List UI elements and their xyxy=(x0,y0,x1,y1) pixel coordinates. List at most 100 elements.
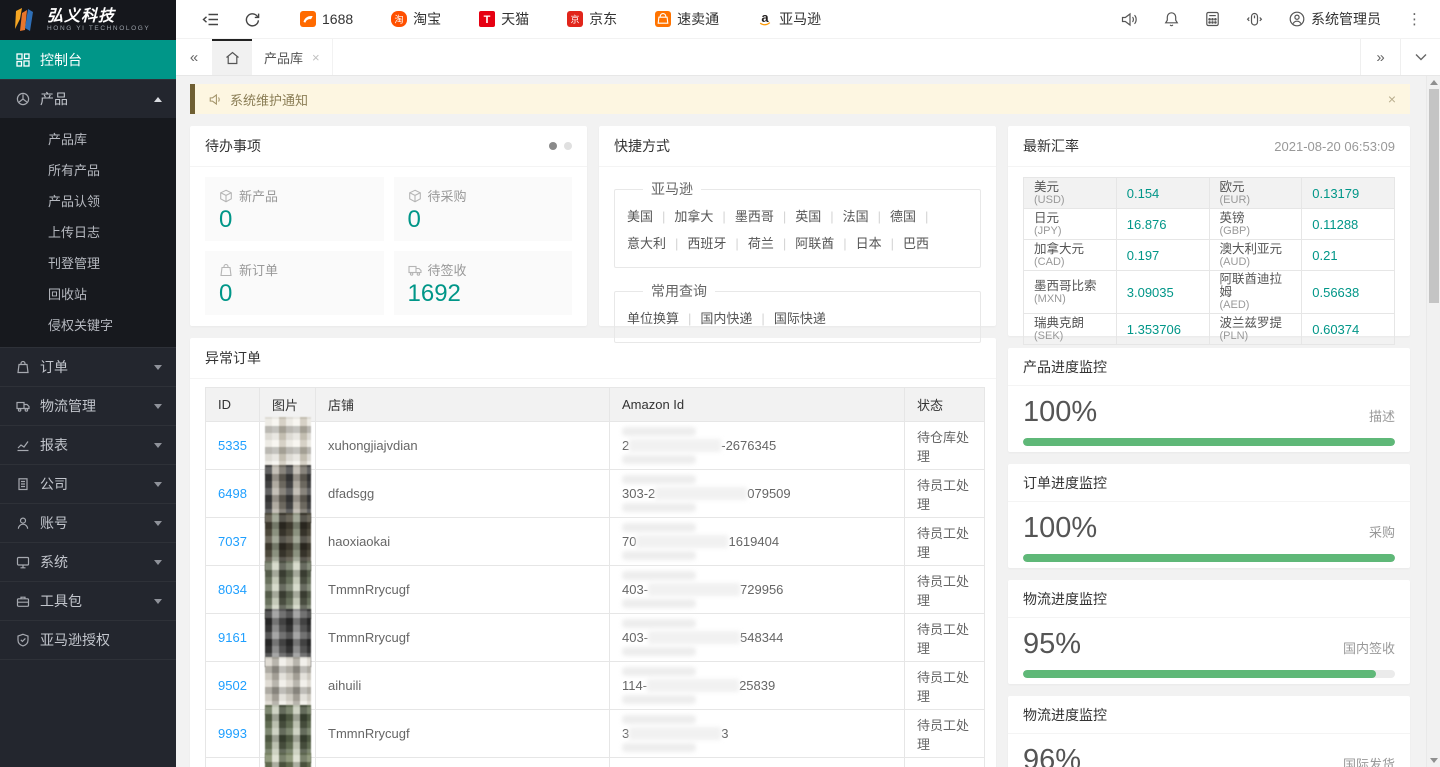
tabbar: « 产品库 × » xyxy=(176,39,1440,76)
sidebar-item-toolbox[interactable]: 工具包 xyxy=(0,581,176,620)
order-id-link[interactable]: 6498 xyxy=(218,486,247,501)
sidebar-item-label: 物流管理 xyxy=(40,396,96,416)
marketplace-amazon[interactable]: a 亚马逊 xyxy=(757,9,821,29)
sidebar-item-accounts[interactable]: 账号 xyxy=(0,503,176,542)
order-id-link[interactable]: 9502 xyxy=(218,678,247,693)
marketplace-1688[interactable]: 1688 xyxy=(300,11,353,27)
progress-label: 国内签收 xyxy=(1343,638,1395,657)
scrollbar-thumb[interactable] xyxy=(1429,89,1439,303)
status-badge: 待员工处理 xyxy=(905,518,985,566)
chart-icon xyxy=(16,438,30,452)
shop-name: haoxiaokai xyxy=(316,518,610,566)
sidebar-item-orders[interactable]: 订单 xyxy=(0,347,176,386)
order-id-link[interactable]: 7037 xyxy=(218,534,247,549)
progress-percent: 95% xyxy=(1023,628,1081,661)
sidebar-item-system[interactable]: 系统 xyxy=(0,542,176,581)
more-menu-icon[interactable]: ⋮ xyxy=(1407,10,1422,28)
marketplace-taobao[interactable]: 淘 淘宝 xyxy=(391,9,441,29)
shortcut-link-es[interactable]: 西班牙 xyxy=(687,236,747,251)
sidebar-subitem-infringing-keywords[interactable]: 侵权关键字 xyxy=(0,310,176,341)
shortcut-link-ca[interactable]: 加拿大 xyxy=(674,209,734,224)
user-menu[interactable]: 系统管理员 xyxy=(1289,9,1381,29)
sidebar-item-label: 产品 xyxy=(40,89,68,109)
todo-tile-new-order[interactable]: 新订单 0 xyxy=(205,251,384,315)
shortcut-link-de[interactable]: 德国 xyxy=(890,209,937,224)
sidebar-item-label: 公司 xyxy=(40,474,68,494)
shortcut-link-fr[interactable]: 法国 xyxy=(843,209,890,224)
todo-value: 1692 xyxy=(408,281,559,307)
order-id-link[interactable]: 9161 xyxy=(218,630,247,645)
mouse-switch-icon[interactable] xyxy=(1246,12,1263,27)
redacted-blur xyxy=(655,487,747,500)
sidebar-subitem-product-claim[interactable]: 产品认领 xyxy=(0,186,176,217)
tabs-scroll-left[interactable]: « xyxy=(176,39,212,75)
todo-tile-new-product[interactable]: 新产品 0 xyxy=(205,177,384,241)
progress-label: 国际发货 xyxy=(1343,754,1395,767)
progress-label: 采购 xyxy=(1369,522,1395,541)
shop-name: dfadsgg xyxy=(316,470,610,518)
todo-tile-to-sign[interactable]: 待签收 1692 xyxy=(394,251,573,315)
table-row: 7037 haoxiaokai 701619404 待员工处理 xyxy=(206,518,985,566)
shortcut-link-intl-express[interactable]: 国际快递 xyxy=(774,311,826,326)
shortcut-link-uk[interactable]: 英国 xyxy=(795,209,842,224)
sidebar-item-console[interactable]: 控制台 xyxy=(0,40,176,79)
chevron-down-icon xyxy=(154,482,162,487)
marketplace-aliexpress[interactable]: 速卖通 xyxy=(655,9,719,29)
marketplace-jd[interactable]: 京 京东 xyxy=(567,9,617,29)
amazon-id-cell: 403-548344 xyxy=(610,614,905,662)
shortcuts-card: 快捷方式 亚马逊 美国加拿大墨西哥英国法国德国意大利西班牙荷兰阿联酋日本巴西 常… xyxy=(599,126,996,326)
marketplace-tmall[interactable]: T 天猫 xyxy=(479,9,529,29)
sidebar: 弘义科技 HONG YI TECHNOLOGY 控制台 产品 产品库 所有产品 … xyxy=(0,0,176,767)
sidebar-subitem-all-products[interactable]: 所有产品 xyxy=(0,155,176,186)
shortcut-link-nl[interactable]: 荷兰 xyxy=(748,236,795,251)
tab-close-icon[interactable]: × xyxy=(312,50,320,65)
vertical-scrollbar[interactable] xyxy=(1426,76,1440,767)
todo-tile-to-purchase[interactable]: 待采购 0 xyxy=(394,177,573,241)
refresh-icon[interactable] xyxy=(245,12,260,27)
collapse-sidebar-icon[interactable] xyxy=(202,12,219,27)
tabs-scroll-right[interactable]: » xyxy=(1360,39,1400,75)
sidebar-item-label: 订单 xyxy=(40,357,68,377)
shortcut-link-br[interactable]: 巴西 xyxy=(903,236,929,251)
carousel-dot[interactable] xyxy=(564,142,572,150)
sidebar-subitem-listing-manage[interactable]: 刊登管理 xyxy=(0,248,176,279)
shortcut-link-ae[interactable]: 阿联酋 xyxy=(795,236,855,251)
redacted-blur xyxy=(648,583,740,596)
sidebar-subitem-recycle-bin[interactable]: 回收站 xyxy=(0,279,176,310)
redacted-blur xyxy=(629,727,721,740)
order-id-link[interactable]: 5335 xyxy=(218,438,247,453)
scroll-up-arrow-icon[interactable] xyxy=(1430,80,1438,85)
sidebar-submenu-product: 产品库 所有产品 产品认领 上传日志 刊登管理 回收站 侵权关键字 xyxy=(0,118,176,347)
shortcut-link-jp[interactable]: 日本 xyxy=(856,236,903,251)
notice-close-icon[interactable]: × xyxy=(1388,91,1396,107)
sidebar-item-reports[interactable]: 报表 xyxy=(0,425,176,464)
scroll-down-arrow-icon[interactable] xyxy=(1430,758,1438,763)
amazon-id-cell: 114-25839 xyxy=(610,662,905,710)
sidebar-item-logistics[interactable]: 物流管理 xyxy=(0,386,176,425)
monitor-title: 物流进度监控 xyxy=(1023,705,1107,725)
carousel-dot-active[interactable] xyxy=(549,142,557,150)
sidebar-item-company[interactable]: 公司 xyxy=(0,464,176,503)
shortcut-link-domestic-express[interactable]: 国内快递 xyxy=(700,311,773,326)
announcement-icon[interactable] xyxy=(1121,12,1138,27)
tab-product-library[interactable]: 产品库 × xyxy=(252,39,333,75)
tabs-menu-icon[interactable] xyxy=(1400,39,1440,75)
sidebar-item-amazon-auth[interactable]: 亚马逊授权 xyxy=(0,620,176,659)
sidebar-subitem-upload-log[interactable]: 上传日志 xyxy=(0,217,176,248)
shortcut-link-unit-convert[interactable]: 单位换算 xyxy=(627,311,700,326)
table-row: 9161 TmmnRrycugf 403-548344 待员工处理 xyxy=(206,614,985,662)
shortcut-link-us[interactable]: 美国 xyxy=(627,209,674,224)
sidebar-subitem-product-library[interactable]: 产品库 xyxy=(0,124,176,155)
shortcut-link-it[interactable]: 意大利 xyxy=(627,236,687,251)
abnormal-orders-card: 异常订单 ID 图片 店铺 Amazon Id 状态 xyxy=(190,338,996,767)
calculator-icon[interactable] xyxy=(1205,11,1220,27)
shortcut-link-mx[interactable]: 墨西哥 xyxy=(735,209,795,224)
tab-home[interactable] xyxy=(212,39,252,75)
sidebar-item-product[interactable]: 产品 xyxy=(0,79,176,118)
bell-icon[interactable] xyxy=(1164,11,1179,27)
order-id-link[interactable]: 8034 xyxy=(218,582,247,597)
rates-table: 美元(USD) 0.154 欧元(EUR) 0.13179 日元(JPY) 16… xyxy=(1023,177,1395,345)
chevron-up-icon xyxy=(154,97,162,102)
order-id-link[interactable]: 9993 xyxy=(218,726,247,741)
sidebar-item-label: 工具包 xyxy=(40,591,82,611)
